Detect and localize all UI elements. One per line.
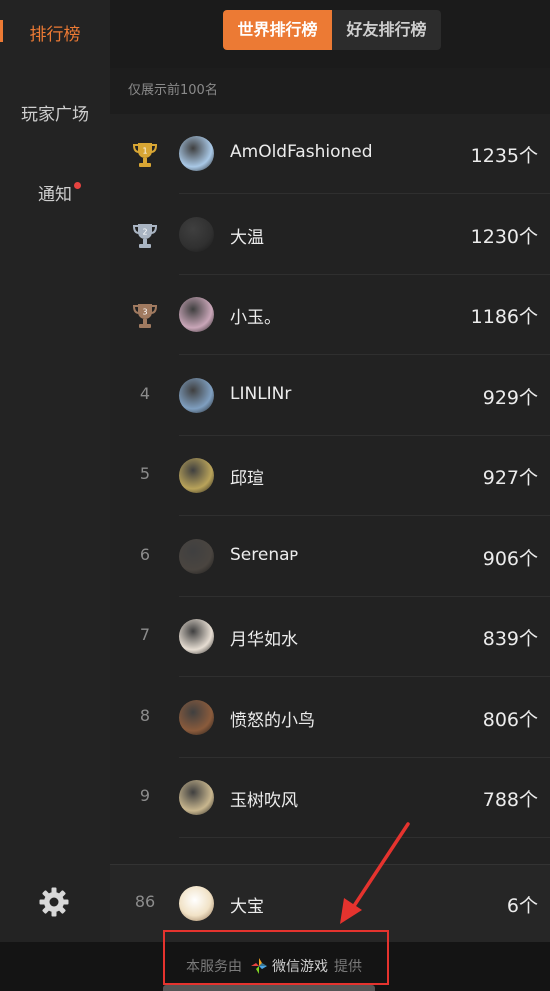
player-score: 927个 bbox=[482, 467, 538, 489]
avatar[interactable] bbox=[179, 780, 214, 815]
avatar[interactable] bbox=[179, 377, 214, 413]
player-score: 1186个 bbox=[470, 306, 538, 328]
notification-dot bbox=[74, 182, 81, 189]
player-score: 788个 bbox=[482, 789, 538, 811]
table-row[interactable]: 7 月华如水 839个 bbox=[110, 597, 550, 677]
tab-world-ranking[interactable]: 世界排行榜 bbox=[223, 10, 332, 50]
avatar[interactable] bbox=[179, 136, 214, 171]
player-name: 小玉。 bbox=[230, 308, 281, 328]
table-row[interactable]: 8 愤怒的小鸟 806个 bbox=[110, 678, 550, 758]
player-score: 1230个 bbox=[470, 225, 538, 248]
annotation-arrow-icon bbox=[340, 822, 410, 924]
avatar[interactable] bbox=[179, 216, 214, 252]
sidebar-item-label: 玩家广场 bbox=[21, 105, 89, 125]
table-row[interactable]: 4 LINLINr 929个 bbox=[110, 356, 550, 436]
player-name: 大温 bbox=[230, 227, 264, 248]
avatar[interactable] bbox=[179, 458, 214, 493]
rank-number: 8 bbox=[139, 705, 151, 725]
rank-number: 4 bbox=[139, 383, 151, 403]
sidebar-item-label: 排行榜 bbox=[29, 25, 81, 45]
rank-number: 7 bbox=[139, 625, 151, 644]
trophy-rank-number: 2 bbox=[142, 227, 147, 236]
player-score: 806个 bbox=[482, 708, 538, 731]
player-score: 6个 bbox=[506, 895, 538, 917]
player-name: 邱瑄 bbox=[230, 469, 264, 489]
player-name: Serenaᴘ bbox=[230, 544, 299, 565]
gear-icon[interactable] bbox=[38, 886, 70, 918]
trophy-gold-icon: 1 bbox=[132, 143, 158, 167]
table-row[interactable]: 2 大温 1230个 bbox=[110, 195, 550, 275]
annotation-highlight-box bbox=[163, 930, 389, 985]
sidebar-item-player-square[interactable]: 玩家广场 bbox=[0, 100, 110, 125]
main-panel: 世界排行榜 好友排行榜 仅展示前100名 1 AmOldFashioned 1235… bbox=[110, 0, 550, 943]
rank-number: 9 bbox=[139, 786, 151, 805]
sidebar-item-notifications[interactable]: 通知 bbox=[0, 180, 110, 205]
trophy-rank-number: 3 bbox=[142, 308, 147, 317]
player-name: LINLINr bbox=[230, 383, 292, 404]
rank-number: 5 bbox=[139, 464, 151, 483]
rank-number: 6 bbox=[139, 544, 151, 564]
tab-bar: 世界排行榜 好友排行榜 bbox=[110, 0, 550, 68]
player-score: 929个 bbox=[482, 386, 538, 409]
player-score: 839个 bbox=[482, 628, 538, 650]
avatar[interactable] bbox=[179, 699, 214, 735]
player-score: 1235个 bbox=[470, 145, 538, 167]
table-row[interactable]: 3 小玉。 1186个 bbox=[110, 275, 550, 355]
player-name: 愤怒的小鸟 bbox=[230, 710, 315, 731]
player-name: 大宝 bbox=[230, 897, 264, 917]
rank-number: 86 bbox=[134, 892, 156, 911]
avatar[interactable] bbox=[179, 619, 214, 654]
avatar[interactable] bbox=[179, 886, 214, 921]
table-row[interactable]: 6 Serenaᴘ 906个 bbox=[110, 517, 550, 597]
sidebar-item-label: 通知 bbox=[38, 185, 72, 205]
player-name: 玉树吹风 bbox=[230, 791, 298, 811]
trophy-rank-number: 1 bbox=[142, 147, 147, 156]
player-name: AmOldFashioned bbox=[230, 142, 373, 162]
player-score: 906个 bbox=[482, 547, 538, 570]
avatar[interactable] bbox=[179, 538, 214, 574]
tab-group: 世界排行榜 好友排行榜 bbox=[223, 10, 441, 50]
avatar[interactable] bbox=[179, 297, 214, 332]
home-indicator bbox=[163, 985, 375, 991]
sidebar: 排行榜 玩家广场 通知 bbox=[0, 0, 110, 942]
trophy-bronze-icon: 3 bbox=[132, 304, 158, 328]
notice-text: 仅展示前100名 bbox=[110, 68, 550, 114]
table-row[interactable]: 1 AmOldFashioned 1235个 bbox=[110, 114, 550, 194]
tab-friend-ranking[interactable]: 好友排行榜 bbox=[332, 10, 441, 50]
table-row[interactable]: 5 邱瑄 927个 bbox=[110, 436, 550, 516]
trophy-silver-icon: 2 bbox=[132, 223, 158, 248]
sidebar-item-leaderboard[interactable]: 排行榜 bbox=[0, 20, 110, 45]
player-name: 月华如水 bbox=[230, 630, 298, 650]
